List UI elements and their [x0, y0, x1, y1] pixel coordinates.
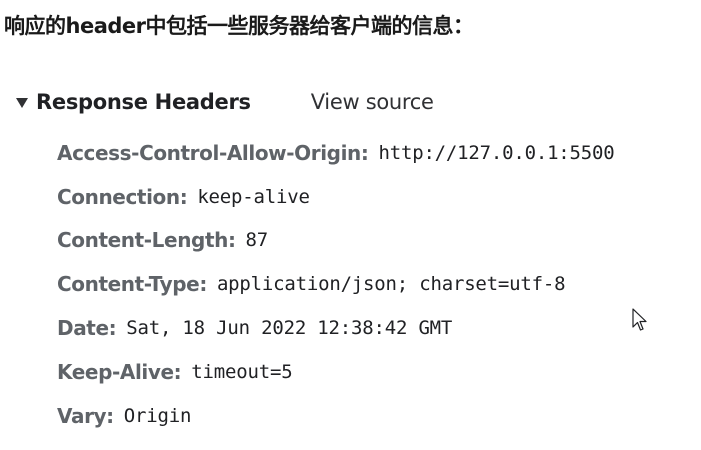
header-name: Vary:: [57, 403, 114, 428]
header-value: keep-alive: [197, 185, 310, 208]
header-name: Access-Control-Allow-Origin:: [57, 140, 369, 165]
header-name: Content-Type:: [57, 272, 207, 297]
header-row: Content-Type: application/json; charset=…: [57, 262, 615, 306]
header-value: 87: [245, 229, 269, 252]
header-name: Content-Length:: [57, 228, 236, 253]
headers-list: Access-Control-Allow-Origin: http://127.…: [57, 131, 615, 438]
response-headers-section-header[interactable]: Response Headers View source: [16, 86, 434, 118]
header-value: Origin: [123, 404, 192, 427]
section-title: Response Headers: [36, 90, 251, 114]
header-value: application/json; charset=utf-8: [216, 273, 566, 296]
header-value: http://127.0.0.1:5500: [378, 141, 615, 164]
header-name: Date:: [57, 316, 117, 341]
header-row: Access-Control-Allow-Origin: http://127.…: [57, 131, 615, 175]
header-value: Sat, 18 Jun 2022 12:38:42 GMT: [126, 317, 453, 340]
header-value: timeout=5: [191, 360, 293, 383]
page-title: 响应的header中包括一些服务器给客户端的信息：: [4, 14, 474, 38]
header-row: Keep-Alive: timeout=5: [57, 350, 615, 394]
triangle-down-icon[interactable]: [16, 98, 28, 108]
header-row: Vary: Origin: [57, 394, 615, 438]
mouse-pointer-icon: [632, 308, 647, 331]
header-row: Date: Sat, 18 Jun 2022 12:38:42 GMT: [57, 306, 615, 350]
header-name: Keep-Alive:: [57, 359, 182, 384]
header-row: Content-Length: 87: [57, 219, 615, 263]
view-source-link[interactable]: View source: [311, 90, 434, 114]
header-name: Connection:: [57, 184, 188, 209]
header-row: Connection: keep-alive: [57, 175, 615, 219]
